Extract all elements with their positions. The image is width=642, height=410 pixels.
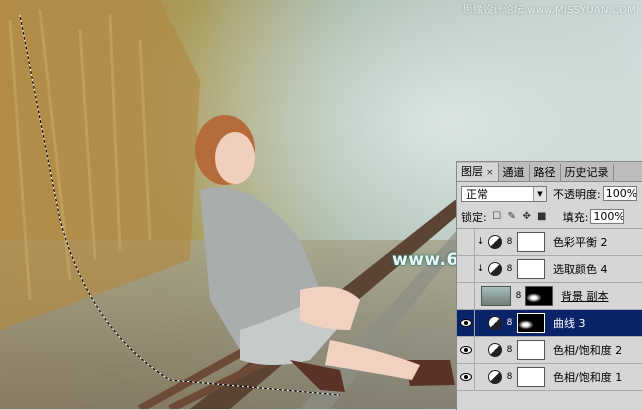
lock-brush-icon[interactable]: ✎ [507, 211, 517, 222]
lock-row: 锁定: ☐ ✎ ✥ ■ 填充: 100% [457, 205, 642, 229]
tab-layers-label: 图层 [461, 165, 483, 178]
layer-row-selected[interactable]: 8 曲线 3 [457, 310, 642, 337]
layer-mask-thumbnail[interactable] [517, 340, 545, 360]
layers-list: ↓ 8 色彩平衡 2 ↓ 8 选取颜色 4 8 背景 副本 8 曲线 3 8 色… [457, 229, 642, 391]
layer-mask-thumbnail[interactable] [517, 313, 545, 333]
adjustment-layer-icon [488, 343, 502, 357]
fill-label: 填充: [562, 210, 589, 224]
layer-mask-thumbnail[interactable] [525, 286, 553, 306]
link-icon[interactable]: 8 [505, 318, 514, 328]
layer-name: 色相/饱和度 1 [553, 371, 623, 384]
layer-name: 色彩平衡 2 [553, 236, 608, 249]
fill-input[interactable]: 100% [590, 209, 625, 224]
adjustment-layer-icon [488, 370, 502, 384]
layer-row[interactable]: 8 色相/饱和度 1 [457, 364, 642, 391]
blend-row: 正常 ▼ 不透明度: 100% [457, 182, 642, 205]
link-icon[interactable]: 8 [505, 264, 514, 274]
chevron-down-icon: ▼ [533, 186, 546, 201]
tab-paths[interactable]: 路径 [530, 164, 561, 181]
visibility-toggle[interactable] [457, 256, 475, 282]
adjustment-layer-icon [488, 235, 502, 249]
layer-mask-thumbnail[interactable] [517, 259, 545, 279]
watermark-top: 思缘设计论坛 www.MISSYUAN.COM [462, 5, 636, 16]
layer-name: 曲线 3 [553, 317, 586, 330]
tab-layers[interactable]: 图层 × [457, 163, 499, 181]
layer-image-thumbnail[interactable] [481, 286, 511, 306]
close-icon[interactable]: × [486, 168, 494, 178]
lock-transparent-icon[interactable]: ☐ [492, 211, 502, 222]
link-icon[interactable]: 8 [505, 372, 514, 382]
lock-label: 锁定: [461, 210, 487, 224]
layer-name: 背景 副本 [561, 290, 609, 303]
tab-channels[interactable]: 通道 [499, 164, 530, 181]
panel-tabs: 图层 × 通道 路径 历史记录 [457, 162, 642, 182]
layer-row[interactable]: 8 色相/饱和度 2 [457, 337, 642, 364]
layer-name: 色相/饱和度 2 [553, 344, 623, 357]
lock-all-icon[interactable]: ■ [537, 211, 547, 222]
layer-name: 选取颜色 4 [553, 263, 608, 276]
clip-arrow-icon: ↓ [476, 237, 485, 247]
opacity-label: 不透明度: [553, 187, 601, 201]
visibility-toggle[interactable] [457, 229, 475, 255]
adjustment-layer-icon [488, 262, 502, 276]
opacity-input[interactable]: 100% [602, 186, 637, 201]
layer-row[interactable]: ↓ 8 选取颜色 4 [457, 256, 642, 283]
eye-icon[interactable] [457, 310, 475, 336]
visibility-toggle[interactable] [457, 283, 475, 309]
blend-mode-value: 正常 [466, 187, 488, 201]
eye-icon[interactable] [457, 337, 475, 363]
layer-mask-thumbnail[interactable] [517, 367, 545, 387]
lock-move-icon[interactable]: ✥ [522, 211, 532, 222]
layer-row[interactable]: ↓ 8 色彩平衡 2 [457, 229, 642, 256]
tab-history[interactable]: 历史记录 [561, 164, 614, 181]
link-icon[interactable]: 8 [505, 237, 514, 247]
link-icon[interactable]: 8 [505, 345, 514, 355]
layer-row[interactable]: 8 背景 副本 [457, 283, 642, 310]
link-icon[interactable]: 8 [514, 291, 523, 301]
layers-panel: 图层 × 通道 路径 历史记录 正常 ▼ 不透明度: 100% 锁定: ☐ ✎ ✥… [456, 161, 642, 410]
adjustment-layer-icon [488, 316, 502, 330]
blend-mode-select[interactable]: 正常 ▼ [461, 185, 547, 202]
clip-arrow-icon: ↓ [476, 264, 485, 274]
layer-mask-thumbnail[interactable] [517, 232, 545, 252]
eye-icon[interactable] [457, 364, 475, 390]
